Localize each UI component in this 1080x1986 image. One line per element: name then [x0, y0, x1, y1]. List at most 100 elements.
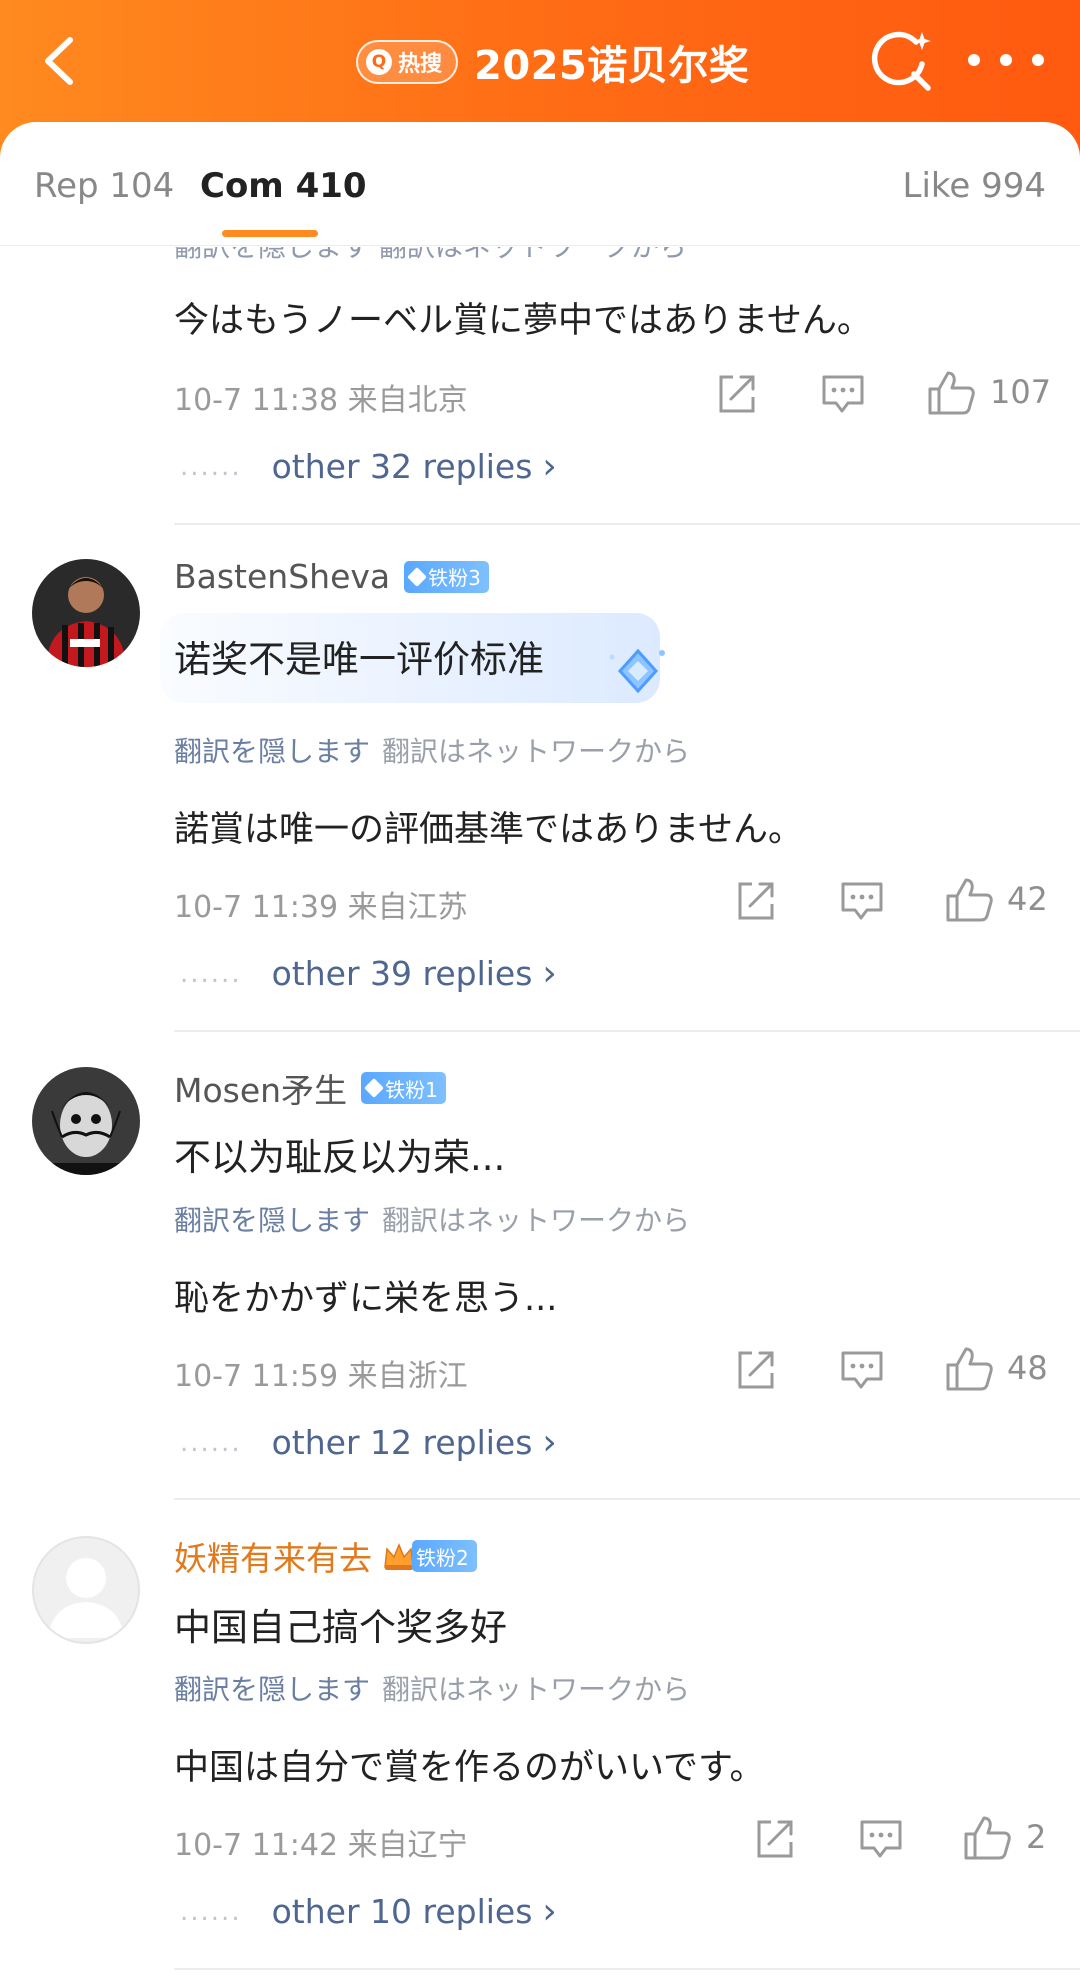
username[interactable]: BastenSheva [174, 557, 390, 596]
more-dot [1000, 54, 1012, 66]
search-button[interactable] [868, 28, 934, 94]
user-avatar-image [32, 559, 140, 667]
like-button[interactable] [944, 1343, 993, 1391]
fan-badge[interactable]: 铁粉3 [404, 560, 489, 593]
translation-toggle-row: 翻訳を隠します 翻訳はネットワークから [174, 1199, 690, 1239]
like-count: 2 [1026, 1818, 1047, 1856]
replies-dots: ...... [180, 1427, 242, 1458]
translation-source: 翻訳はネットワークから [382, 1673, 691, 1706]
username[interactable]: Mosen矛生 [174, 1064, 347, 1112]
more-dot [1032, 54, 1044, 66]
like-count: 42 [1007, 880, 1048, 918]
comment-icon [841, 1351, 883, 1389]
comment-header: 妖精有来有去 铁粉2 [174, 1532, 477, 1580]
replies-dots: ...... [180, 958, 242, 989]
comment-divider [174, 1968, 1080, 1970]
share-button[interactable] [713, 371, 759, 417]
fan-badge-pill: 铁粉2 [412, 1540, 477, 1572]
more-replies-link[interactable]: ...... other 10 replies › [180, 1891, 557, 1932]
share-icon [738, 882, 774, 920]
comment-time-location: 10-7 11:42 来自辽宁 [174, 1828, 468, 1863]
comment-icon [860, 1820, 902, 1858]
share-button[interactable] [751, 1816, 797, 1862]
hide-translation-link[interactable]: 翻訳を隠します [174, 1199, 370, 1239]
like-count: 107 [990, 373, 1052, 411]
fan-badge-label: 铁粉2 [416, 1545, 469, 1570]
hide-translation-link[interactable]: 翻訳を隠します [174, 730, 370, 770]
comment-header: Mosen矛生 铁粉1 [174, 1064, 446, 1112]
page-title: 2025诺贝尔奖 [474, 43, 750, 89]
translation-source: 翻訳はネットワークから [382, 735, 691, 768]
more-dot [968, 54, 980, 66]
replies-dots: ...... [180, 451, 242, 482]
username[interactable]: 妖精有来有去 [174, 1532, 372, 1580]
comment-time-location: 10-7 11:38 来自北京 [174, 383, 468, 418]
active-tab-indicator [222, 230, 318, 237]
diamond-icon [407, 566, 428, 587]
comment-text: 中国自己搞个奖多好 [174, 1606, 507, 1649]
comment-divider [174, 1498, 1080, 1500]
chevron-right-icon: › [542, 446, 557, 487]
avatar[interactable] [32, 1067, 140, 1175]
back-button[interactable] [30, 28, 90, 94]
reply-button[interactable] [839, 1347, 885, 1393]
diamond-icon [364, 1078, 384, 1098]
fan-badge[interactable]: 铁粉1 [361, 1072, 446, 1104]
more-replies-link[interactable]: ...... other 39 replies › [180, 953, 557, 994]
share-icon [757, 1820, 793, 1858]
replies-dots: ...... [180, 1896, 242, 1927]
reply-button[interactable] [839, 878, 885, 924]
comment-text: 诺奖不是唯一评价标准 [174, 638, 544, 681]
tab-comments[interactable]: Com 410 [200, 166, 367, 206]
more-button[interactable] [968, 40, 1044, 80]
reply-button[interactable] [858, 1816, 904, 1862]
thumbs-up-icon [946, 878, 993, 922]
fan-badge-label: 铁粉1 [385, 1077, 438, 1102]
replies-label: other 12 replies [271, 1423, 533, 1462]
avatar[interactable] [32, 1536, 140, 1644]
tab-reposts[interactable]: Rep 104 [34, 166, 174, 206]
comment-translation: 中国は自分で賞を作るのがいいです。 [174, 1748, 765, 1788]
comment-icon [841, 882, 883, 920]
replies-label: other 32 replies [271, 447, 533, 486]
chevron-right-icon: › [542, 1422, 557, 1463]
replies-label: other 10 replies [271, 1892, 533, 1931]
comment-list[interactable]: 翻訳を隠します 翻訳はネットワークから 今はもうノーベル賞に夢中ではありません。… [0, 247, 1080, 1986]
diamond-sparkle-icon [604, 643, 674, 707]
translation-source: 翻訳はネットワークから [382, 1204, 691, 1237]
user-avatar-image [32, 1067, 140, 1175]
comment-header: BastenSheva 铁粉3 [174, 557, 489, 596]
search-sparkle-icon [871, 31, 931, 91]
title-group: Q 热搜 2025诺贝尔奖 [356, 30, 749, 94]
tab-bar: Rep 104 Com 410 Like 994 [0, 122, 1080, 246]
replies-label: other 39 replies [271, 954, 533, 993]
chevron-right-icon: › [542, 953, 557, 994]
fan-badge-label: 铁粉3 [428, 566, 481, 590]
hot-search-label: 热搜 [398, 52, 443, 77]
share-button[interactable] [732, 878, 778, 924]
comment-text: 不以为耻反以为荣... [174, 1136, 506, 1179]
crown-icon [384, 1543, 414, 1570]
more-replies-link[interactable]: ...... other 12 replies › [180, 1422, 557, 1463]
hot-search-badge[interactable]: Q 热搜 [356, 40, 459, 84]
hot-search-icon: Q [366, 49, 392, 75]
share-button[interactable] [732, 1347, 778, 1393]
comment-time-location: 10-7 11:59 来自浙江 [174, 1359, 468, 1394]
translation-toggle-row: 翻訳を隠します 翻訳はネットワークから [174, 1668, 690, 1708]
more-replies-link[interactable]: ...... other 32 replies › [180, 446, 557, 487]
like-button[interactable] [962, 1812, 1011, 1860]
comment-translation: 諾賞は唯一の評価基準ではありません。 [174, 810, 803, 850]
share-icon [738, 1351, 774, 1389]
like-button[interactable] [944, 874, 993, 922]
tab-likes[interactable]: Like 994 [903, 166, 1047, 206]
comment-divider [174, 523, 1080, 525]
like-button[interactable] [926, 367, 975, 415]
reply-button[interactable] [820, 371, 866, 417]
thumbs-up-icon [964, 1816, 1011, 1860]
fan-badge[interactable]: 铁粉2 [382, 1540, 477, 1572]
avatar[interactable] [32, 559, 140, 667]
thumbs-up-icon [946, 1347, 993, 1391]
translation-toggle-row[interactable]: 翻訳を隠します 翻訳はネットワークから [174, 247, 687, 265]
hide-translation-link[interactable]: 翻訳を隠します [174, 1668, 370, 1708]
translation-toggle-row: 翻訳を隠します 翻訳はネットワークから [174, 730, 690, 770]
